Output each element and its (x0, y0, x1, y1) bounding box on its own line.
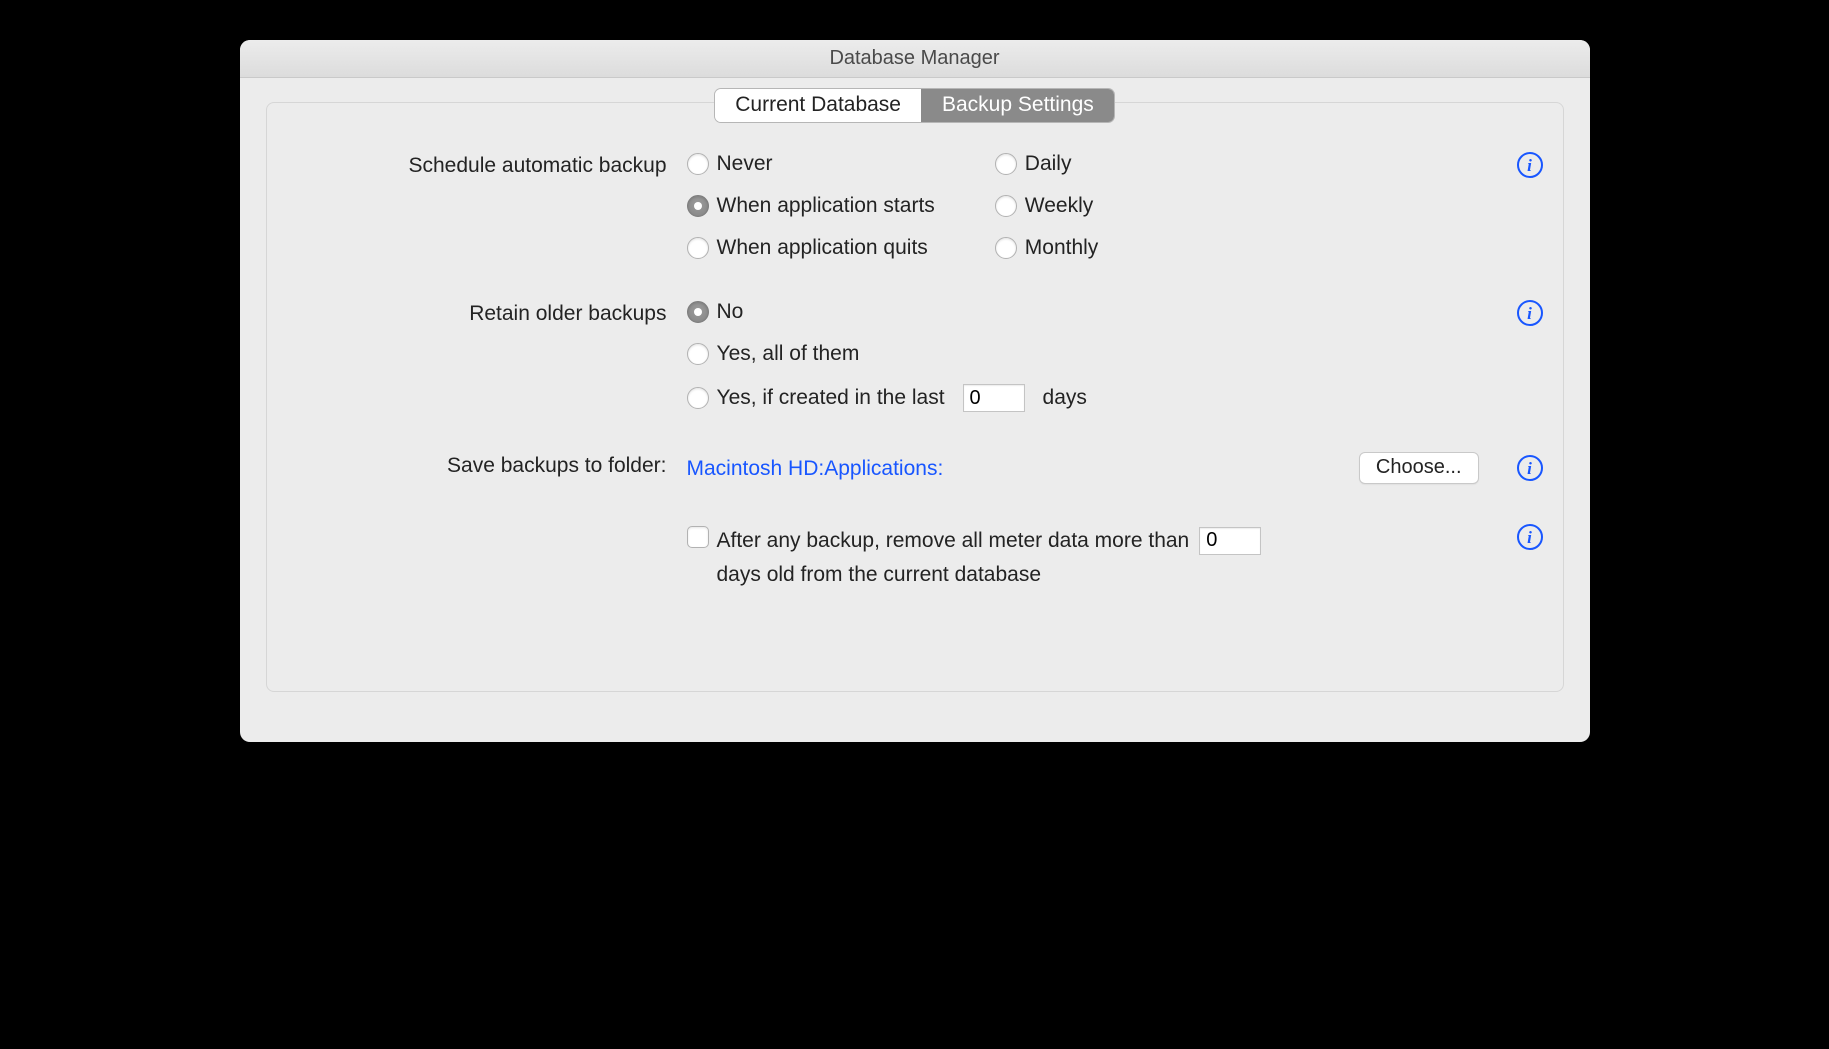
radio-label: Monthly (1025, 236, 1099, 260)
info-icon[interactable]: i (1517, 300, 1543, 326)
row-remove-meter-data: After any backup, remove all meter data … (267, 524, 1563, 591)
label-save-folder: Save backups to folder: (287, 452, 687, 478)
window-title: Database Manager (829, 47, 999, 70)
radio-label: No (717, 300, 744, 324)
label-retain-backups: Retain older backups (287, 300, 687, 326)
tab-current-database[interactable]: Current Database (715, 89, 921, 122)
retain-days-input[interactable] (963, 384, 1025, 412)
radio-when-app-quits[interactable]: When application quits (687, 236, 935, 260)
radio-label: Weekly (1025, 194, 1093, 218)
radio-never[interactable]: Never (687, 152, 935, 176)
settings-panel: Current Database Backup Settings Schedul… (266, 102, 1564, 692)
remove-meter-days-input[interactable] (1199, 527, 1261, 555)
radio-indicator (995, 195, 1017, 217)
radio-label: When application quits (717, 236, 928, 260)
radio-label: Yes, all of them (717, 342, 860, 366)
info-icon[interactable]: i (1517, 152, 1543, 178)
remove-meter-data-label: After any backup, remove all meter data … (717, 524, 1437, 591)
tab-segmented-control: Current Database Backup Settings (715, 89, 1114, 122)
radio-label: When application starts (717, 194, 935, 218)
radio-retain-no[interactable]: No (687, 300, 1503, 324)
remove-meter-prefix: After any backup, remove all meter data … (717, 524, 1190, 558)
radio-indicator (687, 343, 709, 365)
radio-label-prefix: Yes, if created in the last (717, 386, 945, 410)
radio-indicator (687, 301, 709, 323)
radio-indicator (687, 387, 709, 409)
radio-indicator (995, 153, 1017, 175)
choose-folder-button[interactable]: Choose... (1359, 452, 1479, 484)
window-content: Current Database Backup Settings Schedul… (240, 78, 1590, 742)
radio-daily[interactable]: Daily (995, 152, 1099, 176)
remove-meter-suffix: days old from the current database (717, 558, 1042, 592)
radio-label: Never (717, 152, 773, 176)
info-icon[interactable]: i (1517, 524, 1543, 550)
backup-folder-path: Macintosh HD:Applications: (687, 455, 1359, 481)
radio-label: Daily (1025, 152, 1072, 176)
row-save-folder: Save backups to folder: Macintosh HD:App… (267, 452, 1563, 484)
tabbar: Current Database Backup Settings (267, 89, 1563, 122)
row-retain-backups: Retain older backups No Yes, all of them (267, 300, 1563, 412)
window-titlebar: Database Manager (240, 40, 1590, 78)
radio-when-app-starts[interactable]: When application starts (687, 194, 935, 218)
row-schedule-backup: Schedule automatic backup Never (267, 152, 1563, 260)
radio-retain-yes-days[interactable]: Yes, if created in the last days (687, 384, 1503, 412)
radio-indicator (687, 195, 709, 217)
tab-backup-settings[interactable]: Backup Settings (921, 89, 1114, 122)
info-icon[interactable]: i (1517, 455, 1543, 481)
radio-indicator (687, 237, 709, 259)
radio-monthly[interactable]: Monthly (995, 236, 1099, 260)
database-manager-window: Database Manager Current Database Backup… (240, 40, 1590, 742)
remove-meter-data-checkbox[interactable] (687, 526, 709, 548)
radio-label-suffix: days (1043, 386, 1087, 410)
label-schedule-backup: Schedule automatic backup (287, 152, 687, 178)
radio-retain-yes-all[interactable]: Yes, all of them (687, 342, 1503, 366)
radio-indicator (687, 153, 709, 175)
radio-weekly[interactable]: Weekly (995, 194, 1099, 218)
radio-indicator (995, 237, 1017, 259)
